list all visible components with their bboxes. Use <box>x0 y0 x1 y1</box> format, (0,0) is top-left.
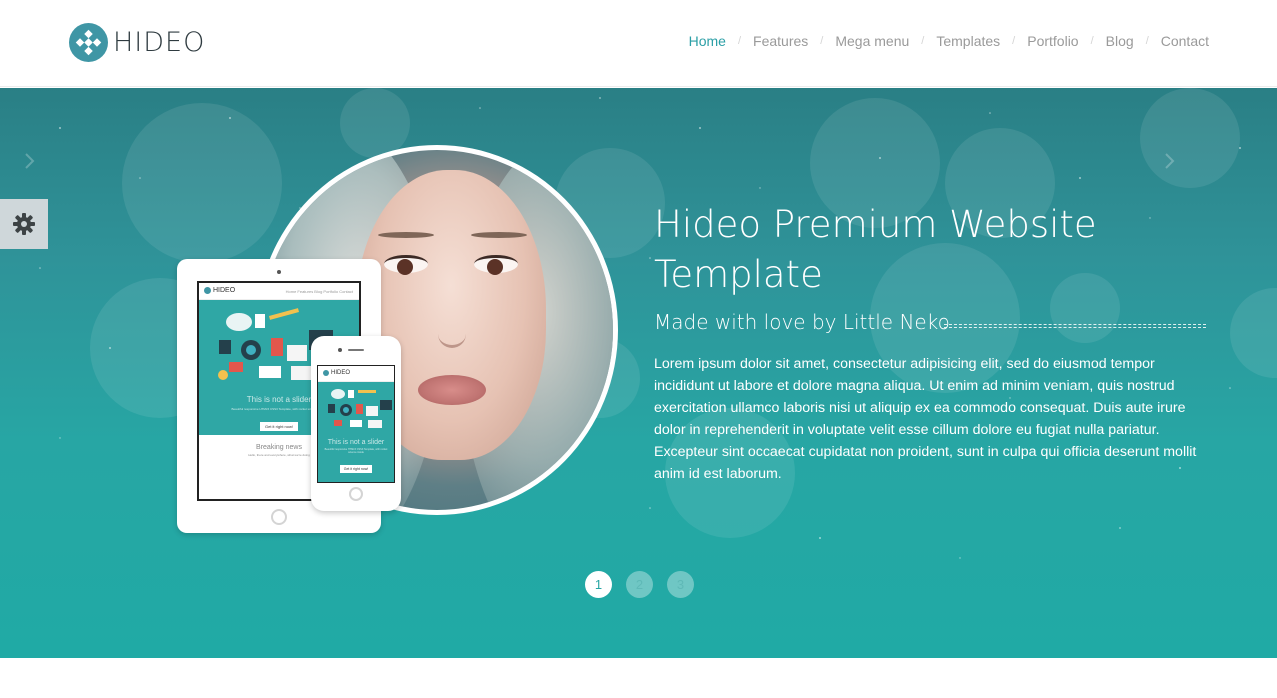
settings-toggle-button[interactable] <box>0 199 48 249</box>
portrait-eye <box>384 255 428 275</box>
portrait-nose <box>438 320 466 348</box>
slider-dot-3[interactable]: 3 <box>667 571 694 598</box>
tablet-camera <box>277 270 281 274</box>
portrait-brow <box>471 232 527 238</box>
nav-item-portfolio[interactable]: Portfolio <box>1027 33 1078 49</box>
main-nav: Home / Features / Mega menu / Templates … <box>689 33 1209 49</box>
logo-text: HIDEO <box>113 26 206 58</box>
chevron-right-icon[interactable] <box>1160 148 1180 174</box>
subtitle-dashed-rule <box>944 324 1206 328</box>
mockup-header: HIDEO <box>318 366 394 382</box>
mockup-cta-button: Get it right now! <box>259 422 298 431</box>
site-logo[interactable]: HIDEO <box>69 22 205 62</box>
tablet-home-button <box>271 509 287 525</box>
mockup-caption: This is not a slider <box>327 439 385 446</box>
nav-separator: / <box>1145 35 1149 47</box>
logo-mark-icon <box>69 22 108 62</box>
mockup-logo-text: HIDEO <box>331 370 351 376</box>
nav-separator: / <box>921 35 925 47</box>
nav-item-home[interactable]: Home <box>689 33 726 49</box>
portrait-brow <box>378 232 434 238</box>
mockup-illustration-icon <box>328 389 392 428</box>
nav-separator: / <box>820 35 824 47</box>
mockup-logo-text: HIDEO <box>213 287 236 294</box>
mockup-nav: Home Features Blog Portfolio Contact <box>285 289 353 294</box>
nav-separator: / <box>1012 35 1016 47</box>
nav-item-mega-menu[interactable]: Mega menu <box>835 33 909 49</box>
nav-item-blog[interactable]: Blog <box>1106 33 1134 49</box>
hero-subtitle: Made with love by Little Neko <box>654 310 950 334</box>
nav-separator: / <box>1090 35 1094 47</box>
mockup-logo: HIDEO <box>204 287 235 294</box>
mockup-small-text: Beautiful responsive HTML5 CSS3 Template… <box>324 448 388 454</box>
hero-slider: HIDEO Home Features Blog Portfolio Conta… <box>0 88 1277 658</box>
portrait-lips <box>418 375 486 405</box>
gear-icon <box>13 213 35 235</box>
slider-dot-2[interactable]: 2 <box>626 571 653 598</box>
chevron-left-icon[interactable] <box>20 148 40 174</box>
mockup-hero: This is not a slider Beautiful responsiv… <box>318 382 394 482</box>
hero-title: Hideo Premium Website Template <box>654 203 1097 296</box>
nav-separator: / <box>737 35 742 47</box>
nav-item-templates[interactable]: Templates <box>936 33 1000 49</box>
phone-speaker <box>348 349 364 351</box>
mockup-logo: HIDEO <box>323 370 350 376</box>
mockup-header: HIDEO Home Features Blog Portfolio Conta… <box>199 283 359 300</box>
hero-body-text: Lorem ipsum dolor sit amet, consectetur … <box>654 356 1197 482</box>
site-header: HIDEO Home / Features / Mega menu / Temp… <box>0 0 1277 87</box>
nav-item-features[interactable]: Features <box>753 33 808 49</box>
mockup-cta-button: Get it right now! <box>339 465 373 473</box>
portrait-eye <box>474 255 518 275</box>
phone-mockup-image: HIDEO This is not a slider Beautiful res… <box>311 336 401 511</box>
phone-home-button <box>349 487 363 501</box>
phone-camera <box>338 348 342 352</box>
slider-pagination: 1 2 3 <box>585 571 708 598</box>
nav-item-contact[interactable]: Contact <box>1161 33 1209 49</box>
phone-screen: HIDEO This is not a slider Beautiful res… <box>317 365 395 483</box>
slider-dot-1[interactable]: 1 <box>585 571 612 598</box>
